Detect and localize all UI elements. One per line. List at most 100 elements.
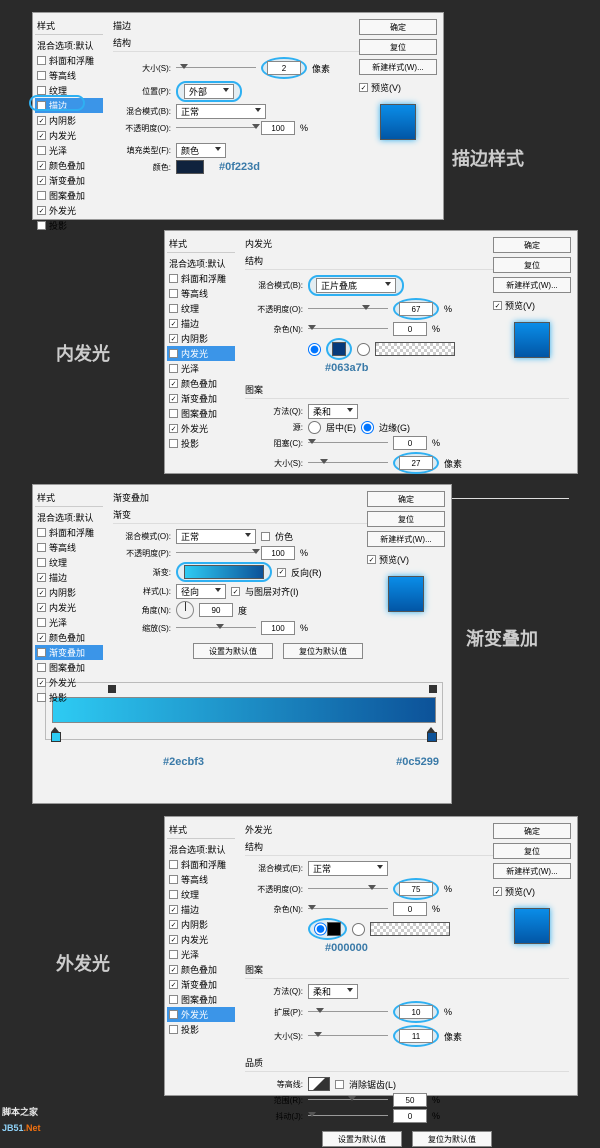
spread-slider[interactable] [308, 1007, 388, 1017]
reverse-checkbox[interactable]: ✓ [277, 568, 286, 577]
contour-thumb[interactable] [308, 1077, 330, 1091]
cancel-button[interactable]: 复位 [493, 843, 571, 859]
newstyle-button[interactable]: 新建样式(W)... [367, 531, 445, 547]
spread-input[interactable] [399, 1005, 433, 1019]
preview-checkbox[interactable]: ✓ [367, 555, 376, 564]
cancel-button[interactable]: 复位 [359, 39, 437, 55]
opacity-slider[interactable] [308, 884, 388, 894]
scale-input[interactable] [261, 621, 295, 635]
noise-input[interactable] [393, 902, 427, 916]
opacity-slider[interactable] [308, 304, 388, 314]
gradstyle-select[interactable]: 径向 [176, 584, 226, 599]
opt-contour[interactable]: 等高线 [35, 68, 103, 83]
opacity-slider[interactable] [176, 548, 256, 558]
blend-default[interactable]: 混合选项:默认 [35, 38, 103, 53]
color-swatch[interactable] [176, 160, 204, 174]
reset-button[interactable]: 复位为默认值 [283, 643, 363, 659]
angle-dial[interactable] [176, 601, 194, 619]
size-input[interactable] [267, 61, 301, 75]
opt-gradoverlay[interactable]: ✓渐变叠加 [35, 173, 103, 188]
mode-select[interactable]: 正常 [176, 529, 256, 544]
noise-slider[interactable] [308, 904, 388, 914]
opt-dropshadow[interactable]: 投影 [35, 218, 103, 233]
jitter-slider[interactable] [308, 1111, 388, 1121]
size-highlight [393, 452, 439, 474]
opt-innerglow-active[interactable]: ✓内发光 [167, 346, 235, 361]
size-input[interactable] [399, 456, 433, 470]
opacity-input[interactable] [399, 302, 433, 316]
range-input[interactable] [393, 1093, 427, 1107]
size-slider[interactable] [308, 458, 388, 468]
glow-color-swatch[interactable] [332, 342, 346, 356]
confirm-button[interactable]: 确定 [493, 237, 571, 253]
color-stop-right[interactable] [427, 727, 437, 737]
gradient-radio[interactable] [352, 923, 365, 936]
gradient-bar[interactable] [52, 697, 436, 723]
opacity-input[interactable] [261, 121, 295, 135]
opt-bevel[interactable]: 斜面和浮雕 [35, 53, 103, 68]
src-center-radio[interactable] [308, 421, 321, 434]
highlight-oval [29, 95, 85, 111]
range-slider[interactable] [308, 1095, 388, 1105]
filltype-select[interactable]: 颜色 [176, 143, 226, 158]
cancel-button[interactable]: 复位 [367, 511, 445, 527]
opacity-input[interactable] [399, 882, 433, 896]
confirm-button[interactable]: 确定 [359, 19, 437, 35]
noise-input[interactable] [393, 322, 427, 336]
jitter-input[interactable] [393, 1109, 427, 1123]
opacity-slider[interactable] [176, 123, 256, 133]
src-edge-radio[interactable] [361, 421, 374, 434]
opacity-input[interactable] [261, 546, 295, 560]
outerglow-gradient[interactable] [370, 922, 450, 936]
choke-input[interactable] [393, 436, 427, 450]
outerglow-color-swatch[interactable] [327, 922, 341, 936]
opacity-stop-right[interactable] [429, 685, 437, 693]
newstyle-button[interactable]: 新建样式(W)... [493, 277, 571, 293]
cancel-button[interactable]: 复位 [493, 257, 571, 273]
mode-select[interactable]: 正常 [308, 861, 388, 876]
chevron-down-icon [215, 147, 221, 154]
color-stop-left[interactable] [51, 727, 61, 737]
choke-slider[interactable] [308, 438, 388, 448]
preview-checkbox[interactable]: ✓ [359, 83, 368, 92]
noise-slider[interactable] [308, 324, 388, 334]
align-checkbox[interactable]: ✓ [231, 587, 240, 596]
newstyle-button[interactable]: 新建样式(W)... [493, 863, 571, 879]
size-slider[interactable] [308, 1031, 388, 1041]
preview-checkbox[interactable]: ✓ [493, 301, 502, 310]
preview-swatch [380, 104, 416, 140]
dither-checkbox[interactable] [261, 532, 270, 541]
opt-gloss[interactable]: 光泽 [35, 143, 103, 158]
setdefault-button[interactable]: 设置为默认值 [193, 643, 273, 659]
reset-button[interactable]: 复位为默认值 [412, 1131, 492, 1147]
anti-checkbox[interactable] [335, 1080, 344, 1089]
opacity-stop-left[interactable] [108, 685, 116, 693]
mode-select[interactable]: 正常 [176, 104, 266, 119]
opt-gradoverlay-active[interactable]: ✓渐变叠加 [35, 645, 103, 660]
method-select[interactable]: 柔和 [308, 984, 358, 999]
angle-input[interactable] [199, 603, 233, 617]
opt-innershadow[interactable]: ✓内阴影 [35, 113, 103, 128]
scale-slider[interactable] [176, 623, 256, 633]
color-radio[interactable] [308, 343, 321, 356]
opt-innerglow[interactable]: ✓内发光 [35, 128, 103, 143]
gradient-picker[interactable] [184, 565, 264, 579]
mode-select[interactable]: 正片叠底 [316, 278, 396, 293]
confirm-button[interactable]: 确定 [493, 823, 571, 839]
opt-outerglow[interactable]: ✓外发光 [35, 203, 103, 218]
size-input[interactable] [399, 1029, 433, 1043]
method-select[interactable]: 柔和 [308, 404, 358, 419]
size-slider[interactable] [176, 63, 256, 73]
opt-patoverlay[interactable]: 图案叠加 [35, 188, 103, 203]
glow-gradient[interactable] [375, 342, 455, 356]
newstyle-button[interactable]: 新建样式(W)... [359, 59, 437, 75]
setdefault-button[interactable]: 设置为默认值 [322, 1131, 402, 1147]
opt-stroke[interactable]: ✓描边 [35, 98, 103, 113]
opt-coloroverlay[interactable]: ✓颜色叠加 [35, 158, 103, 173]
color-radio[interactable] [314, 922, 327, 936]
confirm-button[interactable]: 确定 [367, 491, 445, 507]
pos-select[interactable]: 外部 [184, 84, 234, 99]
preview-checkbox[interactable]: ✓ [493, 887, 502, 896]
opt-outerglow-active[interactable]: ✓外发光 [167, 1007, 235, 1022]
gradient-radio[interactable] [357, 343, 370, 356]
